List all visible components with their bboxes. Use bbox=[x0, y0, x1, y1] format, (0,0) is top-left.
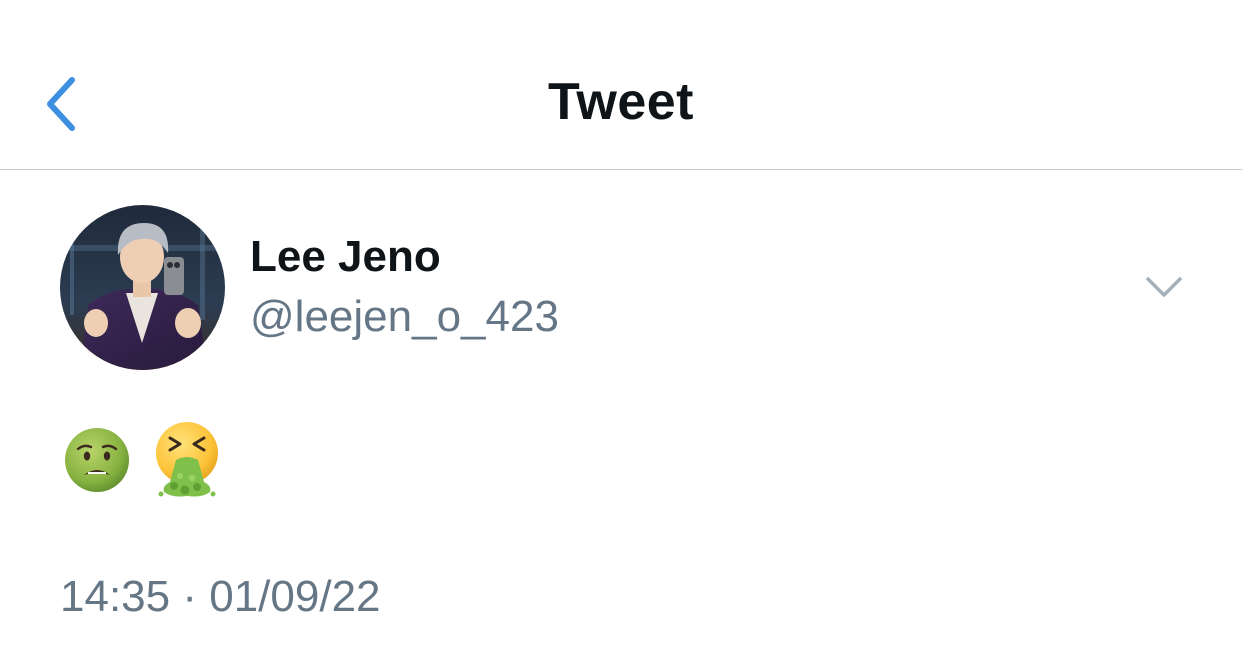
tweet-options-button[interactable] bbox=[1140, 266, 1188, 308]
nauseated-face-emoji bbox=[65, 428, 129, 492]
tweet-text bbox=[62, 420, 222, 500]
profile-photo bbox=[60, 205, 225, 370]
tweet-date[interactable]: 01/09/22 bbox=[209, 572, 380, 621]
tweet-detail-screen: Tweet Lee Jeno @leejen_o_423 14:35 · 01/… bbox=[0, 0, 1242, 660]
display-name[interactable]: Lee Jeno bbox=[250, 232, 441, 282]
header-divider bbox=[0, 169, 1242, 170]
user-handle[interactable]: @leejen_o_423 bbox=[250, 292, 559, 342]
tweet-time: 14:35 bbox=[60, 572, 171, 621]
timestamp-separator: · bbox=[182, 572, 197, 621]
page-title: Tweet bbox=[547, 73, 694, 131]
chevron-down-icon bbox=[1146, 277, 1182, 297]
avatar[interactable] bbox=[60, 205, 225, 370]
tweet-timestamp: 14:35 · 01/09/22 bbox=[60, 572, 381, 622]
face-vomiting-emoji bbox=[156, 422, 218, 497]
navigation-header: Tweet bbox=[0, 0, 1242, 170]
